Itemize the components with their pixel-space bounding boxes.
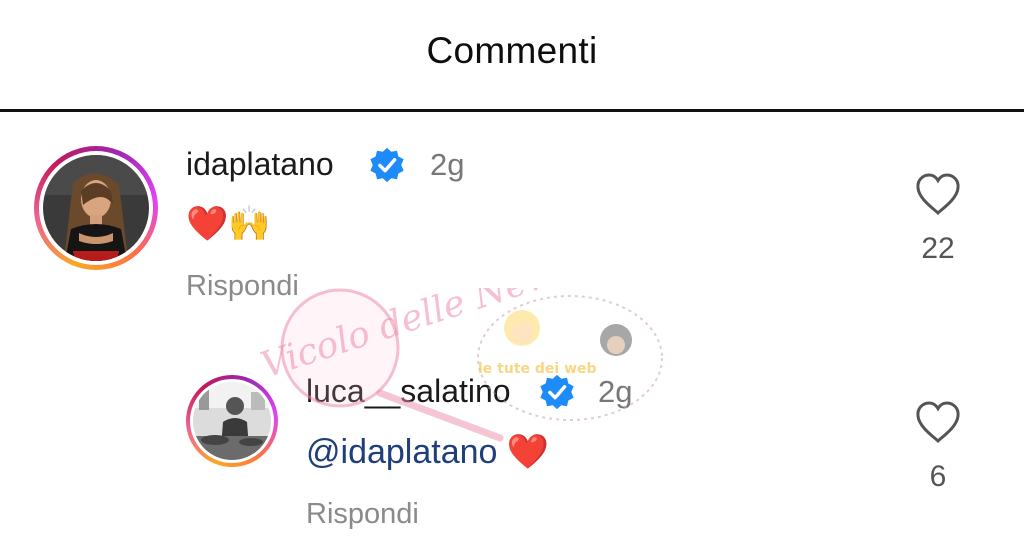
mention-link[interactable]: @idaplatano <box>306 433 497 471</box>
heart-icon[interactable] <box>914 172 962 216</box>
comment-timestamp: 2g <box>598 374 633 409</box>
comment-emoji: ❤️ <box>506 433 550 471</box>
comment-username[interactable]: luca__salatino <box>306 373 511 410</box>
comments-header: Commenti <box>0 0 1024 112</box>
comment-text: ❤️🙌 <box>186 205 271 243</box>
comment-text: @idaplatano ❤️ <box>306 432 549 472</box>
reply-button[interactable]: Rispondi <box>186 270 299 303</box>
avatar[interactable] <box>186 375 278 467</box>
like-count: 6 <box>929 460 947 493</box>
reply-button[interactable]: Rispondi <box>306 498 419 531</box>
verified-badge-icon <box>370 147 404 183</box>
header-divider <box>0 109 1024 112</box>
page-title: Commenti <box>426 30 598 71</box>
heart-icon[interactable] <box>914 400 962 444</box>
watermark-text: Vicolo delle News <box>256 288 578 387</box>
comment-username[interactable]: idaplatano <box>186 146 334 183</box>
profile-photo-icon <box>193 382 271 460</box>
profile-photo-icon <box>43 155 149 261</box>
comment-timestamp: 2g <box>430 147 465 182</box>
avatar[interactable] <box>34 146 158 270</box>
like-count: 22 <box>921 232 955 265</box>
verified-badge-icon <box>540 374 574 410</box>
